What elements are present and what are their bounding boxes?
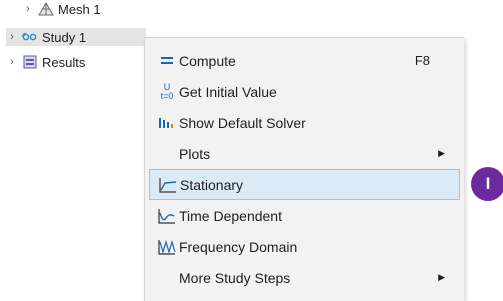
- initial-value-icon: U t=0: [157, 82, 177, 102]
- shortcut-label: F8: [414, 53, 430, 68]
- study-icon: [21, 30, 38, 44]
- menu-item-label: Plots: [179, 145, 211, 162]
- chevron-right-icon[interactable]: ›: [6, 31, 18, 43]
- results-icon: [22, 55, 38, 69]
- menu-item-label: Frequency Domain: [179, 238, 298, 255]
- tree-item-results[interactable]: › Results: [6, 53, 85, 71]
- menu-item-get-initial-value[interactable]: U t=0 Get Initial Value: [145, 76, 464, 107]
- initial-value-icon-bottom: t=0: [160, 90, 174, 101]
- menu-item-label: Time Dependent: [179, 207, 282, 224]
- tree-item-label: Mesh 1: [58, 1, 101, 17]
- solver-icon: [157, 113, 177, 133]
- menu-item-label: Stationary: [180, 176, 244, 193]
- menu-item-plots[interactable]: Plots ▶: [145, 138, 464, 169]
- menu-item-label: More Study Steps: [179, 269, 291, 286]
- menu-item-label: Compute: [179, 52, 236, 69]
- tree-item-label: Results: [42, 54, 86, 70]
- chevron-right-icon[interactable]: ›: [6, 56, 18, 68]
- tree-item-study[interactable]: › Study 1: [6, 28, 146, 46]
- menu-item-frequency-domain[interactable]: Frequency Domain: [145, 231, 464, 262]
- menu-item-more-study-steps[interactable]: More Study Steps ▶: [145, 262, 464, 293]
- menu-item-compute[interactable]: Compute F8: [145, 45, 464, 76]
- menu-item-stationary[interactable]: Stationary: [149, 169, 460, 200]
- tree-item-mesh[interactable]: › Mesh 1: [22, 0, 101, 18]
- callout-badge: I: [471, 167, 503, 201]
- chevron-right-icon[interactable]: ›: [22, 3, 34, 15]
- time-dependent-icon: [157, 206, 177, 226]
- context-menu: Compute F8 U t=0 Get Initial Value Show …: [144, 37, 464, 301]
- compute-icon: [157, 51, 177, 71]
- frequency-domain-icon: [157, 237, 177, 257]
- submenu-arrow-icon: ▶: [438, 148, 445, 158]
- menu-item-label: Get Initial Value: [179, 83, 277, 100]
- menu-item-time-dependent[interactable]: Time Dependent: [145, 200, 464, 231]
- mesh-icon: [38, 2, 54, 16]
- tree-item-label: Study 1: [42, 29, 87, 45]
- submenu-arrow-icon: ▶: [438, 272, 445, 282]
- menu-item-show-default-solver[interactable]: Show Default Solver: [145, 107, 464, 138]
- stationary-icon: [158, 175, 178, 195]
- menu-item-label: Show Default Solver: [179, 114, 306, 131]
